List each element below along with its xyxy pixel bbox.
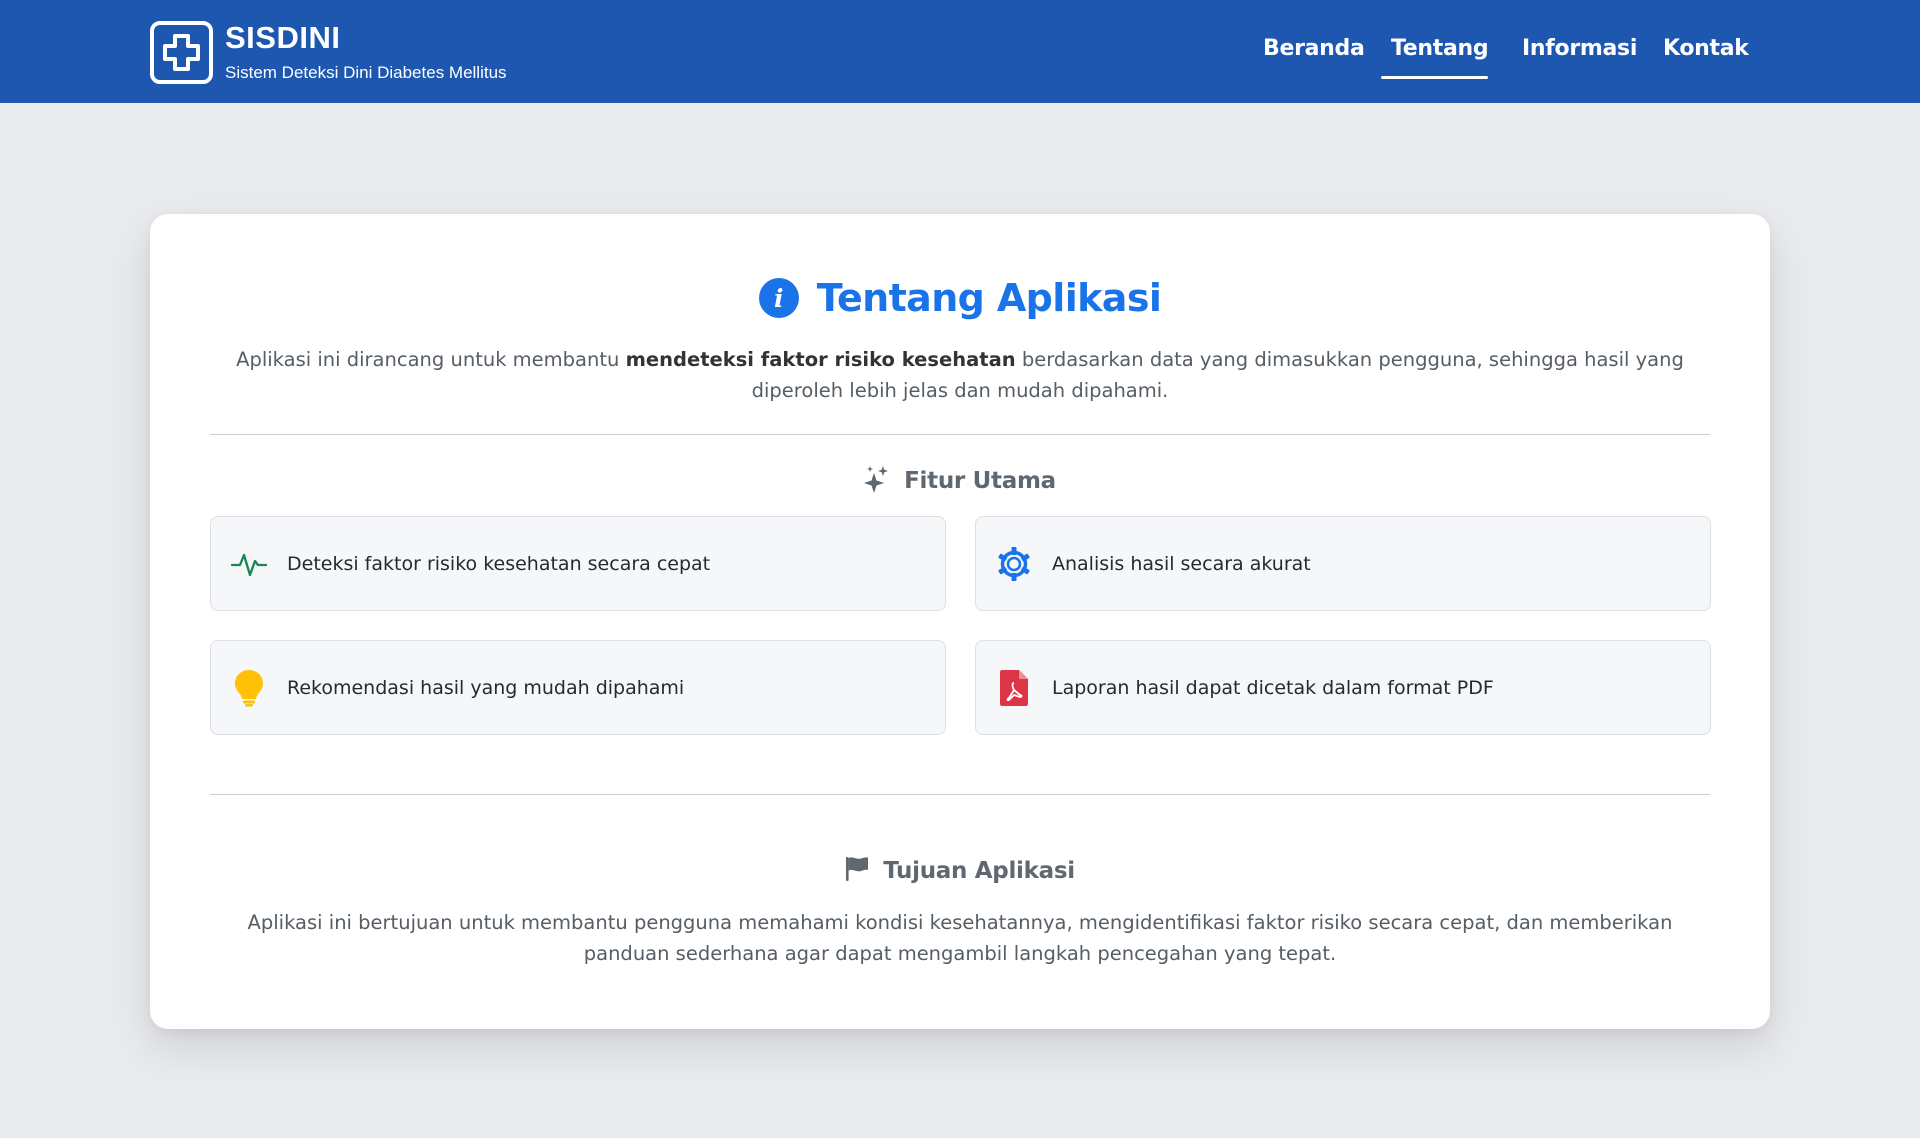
feature-card: Laporan hasil dapat dicetak dalam format… bbox=[975, 640, 1711, 735]
about-card: i Tentang Aplikasi Aplikasi ini dirancan… bbox=[150, 214, 1770, 1029]
intro-text: Aplikasi ini dirancang untuk membantu me… bbox=[210, 344, 1710, 406]
features-header: Fitur Utama bbox=[150, 465, 1770, 497]
feature-label: Rekomendasi hasil yang mudah dipahami bbox=[287, 676, 685, 699]
intro-text-bold: mendeteksi faktor risiko kesehatan bbox=[625, 348, 1016, 371]
divider bbox=[210, 434, 1710, 435]
feature-label: Deteksi faktor risiko kesehatan secara c… bbox=[287, 552, 711, 575]
flag-icon bbox=[845, 856, 869, 886]
activity-icon bbox=[229, 544, 269, 584]
goal-header: Tujuan Aplikasi bbox=[150, 856, 1770, 886]
intro-text-start: Aplikasi ini dirancang untuk membantu bbox=[236, 348, 626, 371]
divider bbox=[210, 794, 1710, 795]
feature-label: Laporan hasil dapat dicetak dalam format… bbox=[1052, 676, 1494, 699]
nav-item-informasi[interactable]: Informasi bbox=[1522, 36, 1637, 61]
nav-item-beranda[interactable]: Beranda bbox=[1263, 36, 1365, 61]
feature-card: Deteksi faktor risiko kesehatan secara c… bbox=[210, 516, 946, 611]
pdf-file-icon bbox=[994, 668, 1034, 708]
feature-card: Analisis hasil secara akurat bbox=[975, 516, 1711, 611]
gear-icon bbox=[994, 544, 1034, 584]
feature-label: Analisis hasil secara akurat bbox=[1052, 552, 1311, 575]
page-title: Tentang Aplikasi bbox=[816, 276, 1162, 320]
brand-title[interactable]: SISDINI bbox=[225, 20, 340, 56]
active-nav-indicator bbox=[1381, 76, 1488, 79]
nav-item-kontak[interactable]: Kontak bbox=[1663, 36, 1749, 61]
goal-text: Aplikasi ini bertujuan untuk membantu pe… bbox=[247, 911, 1673, 965]
navbar: SISDINI Sistem Deteksi Dini Diabetes Mel… bbox=[0, 0, 1920, 103]
lightbulb-icon bbox=[229, 668, 269, 708]
info-icon: i bbox=[758, 278, 799, 318]
sparkles-icon bbox=[864, 465, 890, 497]
feature-card: Rekomendasi hasil yang mudah dipahami bbox=[210, 640, 946, 735]
goal-title: Tujuan Aplikasi bbox=[883, 858, 1075, 884]
brand-subtitle: Sistem Deteksi Dini Diabetes Mellitus bbox=[225, 63, 507, 82]
nav-item-tentang[interactable]: Tentang bbox=[1391, 36, 1489, 61]
features-title: Fitur Utama bbox=[904, 468, 1056, 494]
medical-cross-icon[interactable] bbox=[150, 21, 213, 84]
